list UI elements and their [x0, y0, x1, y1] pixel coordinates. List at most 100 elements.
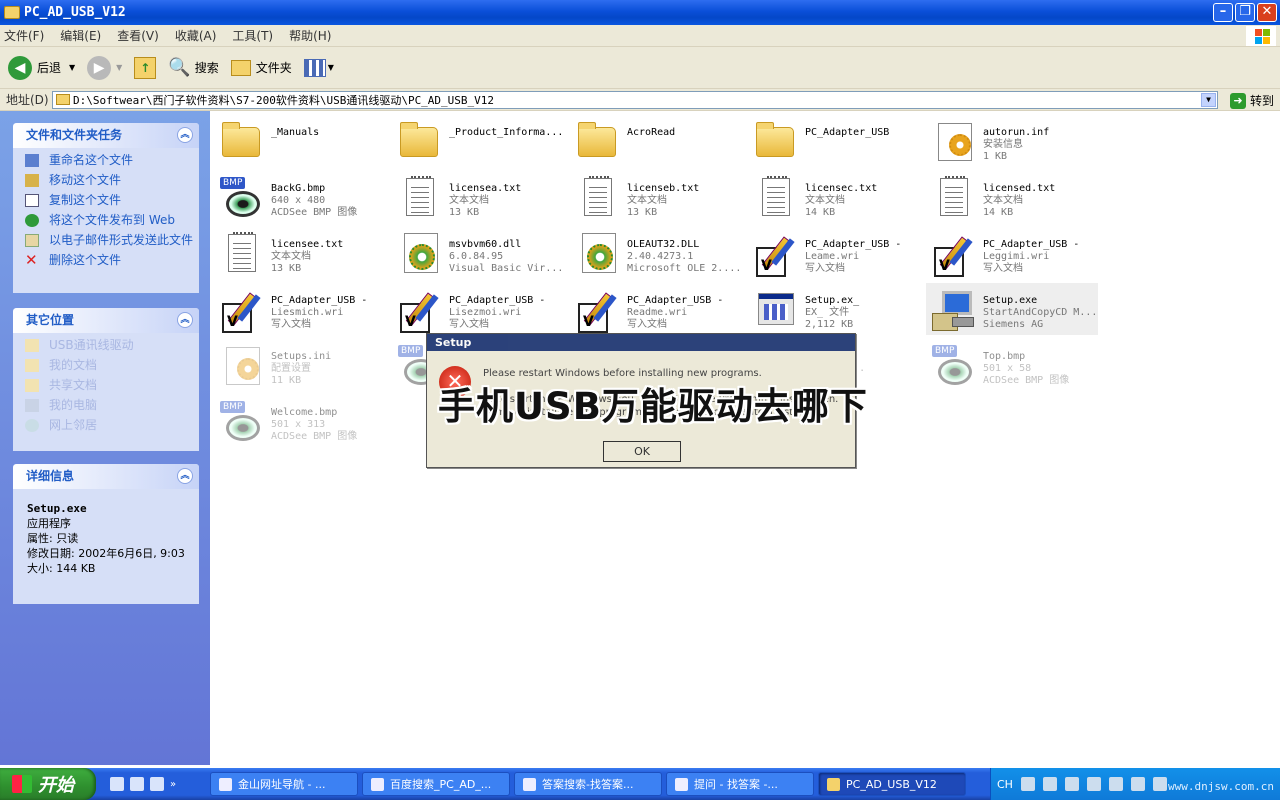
forward-arrow-icon: ▶ — [87, 55, 112, 80]
place-network[interactable]: 网上邻居 — [25, 419, 199, 432]
detail-modified: 修改日期: 2002年6月6日, 9:03 — [27, 547, 185, 560]
file-item[interactable]: BMP BackG.bmp 640 x 480 ACDSee BMP 图像 — [214, 171, 392, 223]
file-item[interactable]: V PC_Adapter_USB - Liesmich.wri 写入文档 — [214, 283, 392, 335]
tray-icon[interactable] — [1064, 777, 1079, 791]
task-copy[interactable]: 复制这个文件 — [25, 194, 199, 207]
panel-header[interactable]: 其它位置 ︽ — [13, 308, 199, 333]
forward-button[interactable]: ▶ ▼ — [87, 55, 122, 80]
file-name: Welcome.bmp — [271, 407, 338, 418]
collapse-icon[interactable]: ︽ — [177, 127, 193, 143]
file-detail: 13 KB — [627, 207, 658, 218]
file-item[interactable]: AcroRead — [570, 115, 748, 167]
delete-icon: ✕ — [25, 251, 38, 269]
input-language[interactable]: CH — [997, 778, 1013, 791]
back-button[interactable]: ◀ 后退 ▼ — [8, 55, 75, 80]
network-icon[interactable] — [1108, 777, 1123, 791]
place-shared-documents[interactable]: 共享文档 — [25, 379, 199, 392]
file-item[interactable]: _Product_Informa... — [392, 115, 570, 167]
file-item[interactable]: licensee.txt 文本文档 13 KB — [214, 227, 392, 279]
address-input[interactable]: D:\Softwear\西门子软件资料\S7-200软件资料\USB通讯线驱动\… — [52, 91, 1218, 109]
file-item[interactable]: V PC_Adapter_USB - Leggimi.wri 写入文档 — [926, 227, 1104, 279]
task-move[interactable]: 移动这个文件 — [25, 174, 199, 187]
task-publish-web[interactable]: 将这个文件发布到 Web — [25, 214, 199, 227]
write-doc-icon: V — [574, 287, 618, 333]
task-button[interactable]: 答案搜索-找答案... — [514, 772, 662, 796]
file-item[interactable]: licensec.txt 文本文档 14 KB — [748, 171, 926, 223]
file-item[interactable]: Setup.ex_ EX_ 文件 2,112 KB — [748, 283, 926, 335]
start-button[interactable]: 开始 — [0, 768, 96, 800]
file-item[interactable]: autorun.inf 安装信息 1 KB — [926, 115, 1104, 167]
file-item[interactable]: licenseb.txt 文本文档 13 KB — [570, 171, 748, 223]
folder-icon — [574, 119, 618, 163]
place-label: 网上邻居 — [49, 418, 98, 432]
chevron-right-icon[interactable]: » — [170, 779, 176, 790]
file-info: OLEAUT32.DLL 2.40.4273.1 Microsoft OLE 2..… — [627, 239, 741, 275]
panel-header[interactable]: 文件和文件夹任务 ︽ — [13, 123, 199, 148]
write-doc-icon: V — [396, 287, 440, 333]
minimize-button[interactable]: – — [1213, 3, 1233, 22]
search-button[interactable]: 🔍 搜索 — [168, 57, 218, 78]
browser-icon[interactable] — [110, 777, 124, 791]
views-button[interactable]: ▼ — [303, 58, 334, 77]
task-delete[interactable]: ✕ 删除这个文件 — [25, 251, 199, 269]
file-item[interactable]: licensea.txt 文本文档 13 KB — [392, 171, 570, 223]
volume-icon[interactable] — [1130, 777, 1145, 791]
file-item[interactable]: _Manuals — [214, 115, 392, 167]
panel-title: 文件和文件夹任务 — [26, 128, 123, 142]
place-my-computer[interactable]: 我的电脑 — [25, 399, 199, 412]
tray-icon[interactable] — [1152, 777, 1167, 791]
tray-icon[interactable] — [1086, 777, 1101, 791]
file-item[interactable]: V PC_Adapter_USB - Readme.wri 写入文档 — [570, 283, 748, 335]
file-item[interactable]: OLEAUT32.DLL 2.40.4273.1 Microsoft OLE 2..… — [570, 227, 748, 279]
folder-icon — [4, 6, 20, 19]
collapse-icon[interactable]: ︽ — [177, 468, 193, 484]
menu-view[interactable]: 查看(V) — [117, 27, 159, 44]
task-button[interactable]: 提问 - 找答案 -... — [666, 772, 814, 796]
notepad-icon[interactable] — [150, 777, 164, 791]
place-my-documents[interactable]: 我的文档 — [25, 359, 199, 372]
file-detail: 文本文档 — [627, 195, 667, 206]
menu-help[interactable]: 帮助(H) — [289, 27, 331, 44]
file-item[interactable]: Setup.exe StartAndCopyCD M... Siemens AG — [926, 283, 1098, 335]
place-usb-folder[interactable]: USB通讯线驱动 — [25, 339, 199, 352]
chevron-down-icon[interactable]: ▼ — [1201, 93, 1216, 107]
collapse-icon[interactable]: ︽ — [177, 312, 193, 328]
help-icon[interactable] — [1042, 777, 1057, 791]
task-rename[interactable]: 重命名这个文件 — [25, 154, 199, 167]
folders-button[interactable]: 文件夹 — [230, 59, 292, 76]
close-button[interactable]: ✕ — [1257, 3, 1277, 22]
file-detail: 写入文档 — [271, 319, 311, 330]
go-button[interactable]: ➜ 转到 — [1229, 92, 1274, 109]
move-icon — [25, 174, 39, 187]
search-icon: 🔍 — [168, 57, 191, 78]
task-email[interactable]: 以电子邮件形式发送此文件 — [25, 234, 199, 247]
file-info: PC_Adapter_USB - Lisezmoi.wri 写入文档 — [449, 295, 545, 331]
task-label: PC_AD_USB_V12 — [846, 777, 937, 791]
maximize-button[interactable]: ❐ — [1235, 3, 1255, 22]
detail-type: 应用程序 — [27, 517, 71, 530]
task-button[interactable]: 金山网址导航 - ... — [210, 772, 358, 796]
file-item[interactable]: BMP Welcome.bmp 501 x 313 ACDSee BMP 图像 — [214, 395, 392, 447]
file-item[interactable]: licensed.txt 文本文档 14 KB — [926, 171, 1104, 223]
up-folder-icon: ↑ — [134, 56, 157, 79]
panel-header[interactable]: 详细信息 ︽ — [13, 464, 199, 489]
file-item[interactable]: V PC_Adapter_USB - Leame.wri 写入文档 — [748, 227, 926, 279]
windows-logo-icon — [1246, 26, 1276, 46]
task-button[interactable]: PC_AD_USB_V12 — [818, 772, 966, 796]
chevron-down-icon[interactable]: ▼ — [69, 63, 75, 72]
menu-tools[interactable]: 工具(T) — [232, 27, 273, 44]
file-item[interactable]: msvbvm60.dll 6.0.84.95 Visual Basic Vir... — [392, 227, 570, 279]
keyboard-icon[interactable] — [1020, 777, 1035, 791]
file-item[interactable]: PC_Adapter_USB — [748, 115, 926, 167]
ok-button[interactable]: OK — [603, 441, 681, 462]
file-item[interactable]: Setups.ini 配置设置 11 KB — [214, 339, 392, 391]
menu-file[interactable]: 文件(F) — [4, 27, 44, 44]
file-detail: 13 KB — [449, 207, 480, 218]
menu-edit[interactable]: 编辑(E) — [60, 27, 101, 44]
app-icon[interactable] — [130, 777, 144, 791]
task-button[interactable]: 百度搜索_PC_AD_... — [362, 772, 510, 796]
file-item[interactable]: V PC_Adapter_USB - Lisezmoi.wri 写入文档 — [392, 283, 570, 335]
menu-favorites[interactable]: 收藏(A) — [175, 27, 217, 44]
file-item[interactable]: BMP Top.bmp 501 x 58 ACDSee BMP 图像 — [926, 339, 1104, 391]
up-folder-button[interactable]: ↑ — [134, 56, 157, 79]
